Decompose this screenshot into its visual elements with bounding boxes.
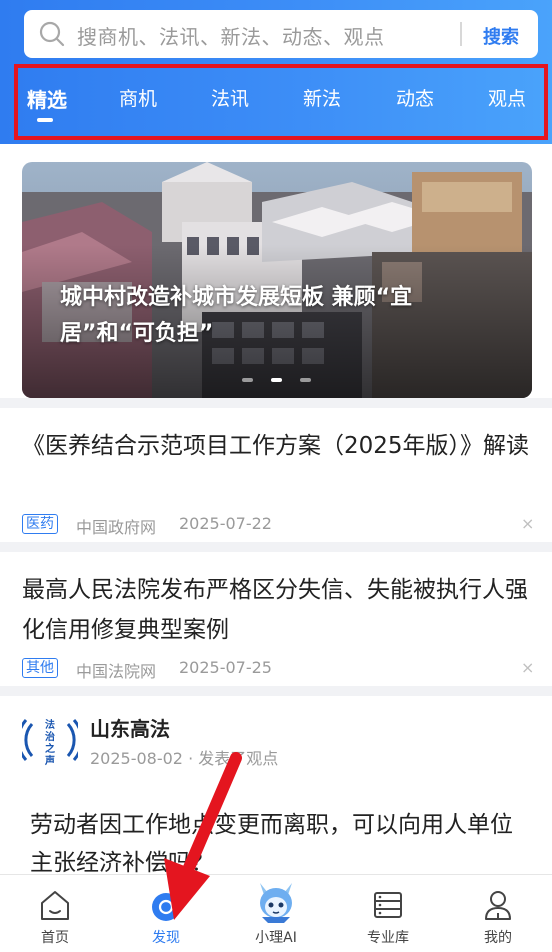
article-title[interactable]: 《医养结合示范项目工作方案（2025年版）》解读 — [22, 426, 532, 466]
bottom-nav: 首页 发现 小理AI 专业库 我的 — [0, 874, 552, 952]
article-tag: 其他 — [22, 658, 58, 678]
svg-text:治: 治 — [45, 730, 55, 743]
banner-carousel[interactable]: 城中村改造补城市发展短板 兼顾“宜居”和“可负担” — [22, 162, 532, 398]
svg-text:法: 法 — [45, 718, 55, 731]
nav-item-library[interactable]: 专业库 — [348, 875, 428, 952]
search-divider — [460, 22, 462, 46]
home-icon — [41, 891, 69, 920]
carousel-dot — [242, 378, 253, 382]
article-tag: 医药 — [22, 514, 58, 534]
article-card[interactable]: 《医养结合示范项目工作方案（2025年版）》解读 医药 中国政府网 2025-0… — [0, 408, 552, 542]
article-source: 中国政府网 — [76, 518, 157, 537]
article-source: 中国法院网 — [76, 662, 157, 681]
nav-label: 首页 — [41, 930, 69, 946]
search-button[interactable]: 搜索 — [483, 23, 519, 49]
search-icon — [39, 21, 65, 47]
article-title[interactable]: 最高人民法院发布严格区分失信、失能被执行人强化信用修复典型案例 — [22, 570, 532, 650]
svg-text:声: 声 — [44, 754, 55, 767]
ai-mascot-icon — [260, 883, 292, 923]
svg-text:之: 之 — [45, 742, 55, 755]
nav-label: 专业库 — [367, 930, 409, 946]
feed-gap — [0, 542, 552, 552]
nav-item-home[interactable]: 首页 — [15, 875, 95, 952]
author-avatar[interactable]: 法 治 之 声 — [22, 712, 78, 768]
article-date: 2025-07-25 — [179, 658, 272, 677]
red-arrow-annotation — [164, 752, 242, 920]
tabs-highlight-frame — [14, 64, 548, 140]
nav-label: 小理AI — [255, 930, 297, 946]
nav-label: 我的 — [484, 930, 512, 946]
feed-gap — [0, 398, 552, 408]
library-icon — [374, 892, 402, 918]
article-date: 2025-07-22 — [179, 514, 272, 533]
dismiss-icon[interactable]: × — [521, 658, 534, 677]
search-input[interactable]: 搜商机、法讯、新法、动态、观点 — [77, 21, 385, 50]
article-card[interactable]: 最高人民法院发布严格区分失信、失能被执行人强化信用修复典型案例 其他 中国法院网… — [0, 552, 552, 686]
nav-item-profile[interactable]: 我的 — [458, 875, 538, 952]
feed-gap — [0, 686, 552, 696]
profile-icon — [485, 891, 511, 920]
carousel-dot-active — [271, 378, 282, 382]
author-name[interactable]: 山东高法 — [90, 713, 170, 742]
search-bar[interactable]: 搜商机、法讯、新法、动态、观点 搜索 — [24, 10, 538, 58]
header-bar: 搜商机、法讯、新法、动态、观点 搜索 精选 商机 法讯 新法 动态 观点 — [0, 0, 552, 144]
carousel-dot — [300, 378, 311, 382]
nav-label: 发现 — [152, 930, 180, 946]
banner-title[interactable]: 城中村改造补城市发展短板 兼顾“宜居”和“可负担” — [60, 280, 480, 352]
dismiss-icon[interactable]: × — [521, 514, 534, 533]
